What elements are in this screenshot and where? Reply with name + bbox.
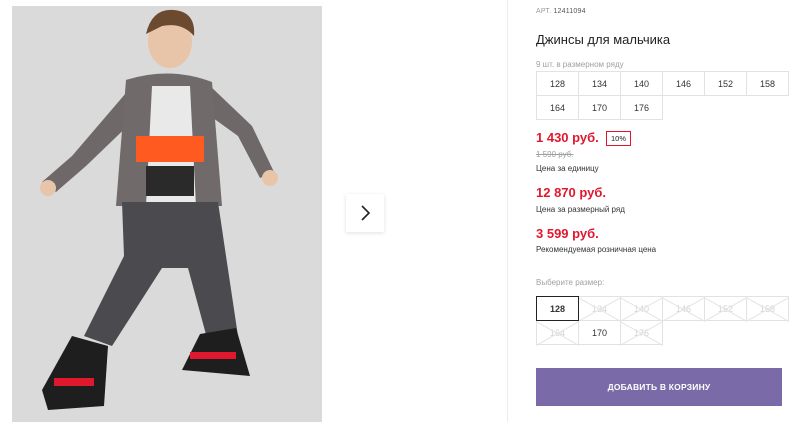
old-price: 1 590 руб. bbox=[536, 150, 574, 159]
size-option-176[interactable]: 176 bbox=[620, 320, 663, 345]
product-gallery bbox=[0, 0, 508, 422]
size-option-170[interactable]: 170 bbox=[578, 320, 621, 345]
size-option-128[interactable]: 128 bbox=[536, 296, 579, 321]
gallery-next-button[interactable] bbox=[346, 194, 384, 232]
range-size-cell: 146 bbox=[662, 71, 705, 96]
retail-price: 3 599 руб. bbox=[536, 226, 599, 241]
unit-price: 1 430 руб. bbox=[536, 130, 599, 145]
range-size-cell: 152 bbox=[704, 71, 747, 96]
range-size-cell: 128 bbox=[536, 71, 579, 96]
size-option-158[interactable]: 158 bbox=[746, 296, 789, 321]
discount-badge: 10% bbox=[606, 131, 632, 146]
size-option-164[interactable]: 164 bbox=[536, 320, 579, 345]
product-photo bbox=[12, 6, 322, 422]
chevron-right-icon bbox=[361, 205, 371, 221]
range-price: 12 870 руб. bbox=[536, 185, 607, 200]
product-title: Джинсы для мальчика bbox=[536, 32, 671, 47]
range-size-cell: 134 bbox=[578, 71, 621, 96]
range-size-cell: 170 bbox=[578, 95, 621, 120]
add-to-cart-button[interactable]: ДОБАВИТЬ В КОРЗИНУ bbox=[536, 368, 782, 406]
range-size-cell: 140 bbox=[620, 71, 663, 96]
retail-price-caption: Рекомендуемая розничная цена bbox=[536, 245, 657, 254]
choose-size-label: Выберите размер: bbox=[536, 278, 605, 287]
range-price-caption: Цена за размерный ряд bbox=[536, 205, 625, 214]
unit-price-caption: Цена за единицу bbox=[536, 164, 599, 173]
size-option-140[interactable]: 140 bbox=[620, 296, 663, 321]
range-size-cell: 176 bbox=[620, 95, 663, 120]
article-number: АРТ. 12411094 bbox=[536, 8, 586, 15]
size-selector: 128 134 140 146 152 158 164 170 176 bbox=[536, 296, 789, 345]
size-option-146[interactable]: 146 bbox=[662, 296, 705, 321]
article-value: 12411094 bbox=[553, 8, 586, 15]
size-option-134[interactable]: 134 bbox=[578, 296, 621, 321]
range-size-cell: 158 bbox=[746, 71, 789, 96]
size-range-grid: 128 134 140 146 152 158 164 170 176 bbox=[536, 71, 789, 120]
size-range-label: 9 шт. в размерном ряду bbox=[536, 60, 624, 69]
range-size-cell: 164 bbox=[536, 95, 579, 120]
size-option-152[interactable]: 152 bbox=[704, 296, 747, 321]
article-label: АРТ. bbox=[536, 8, 552, 15]
